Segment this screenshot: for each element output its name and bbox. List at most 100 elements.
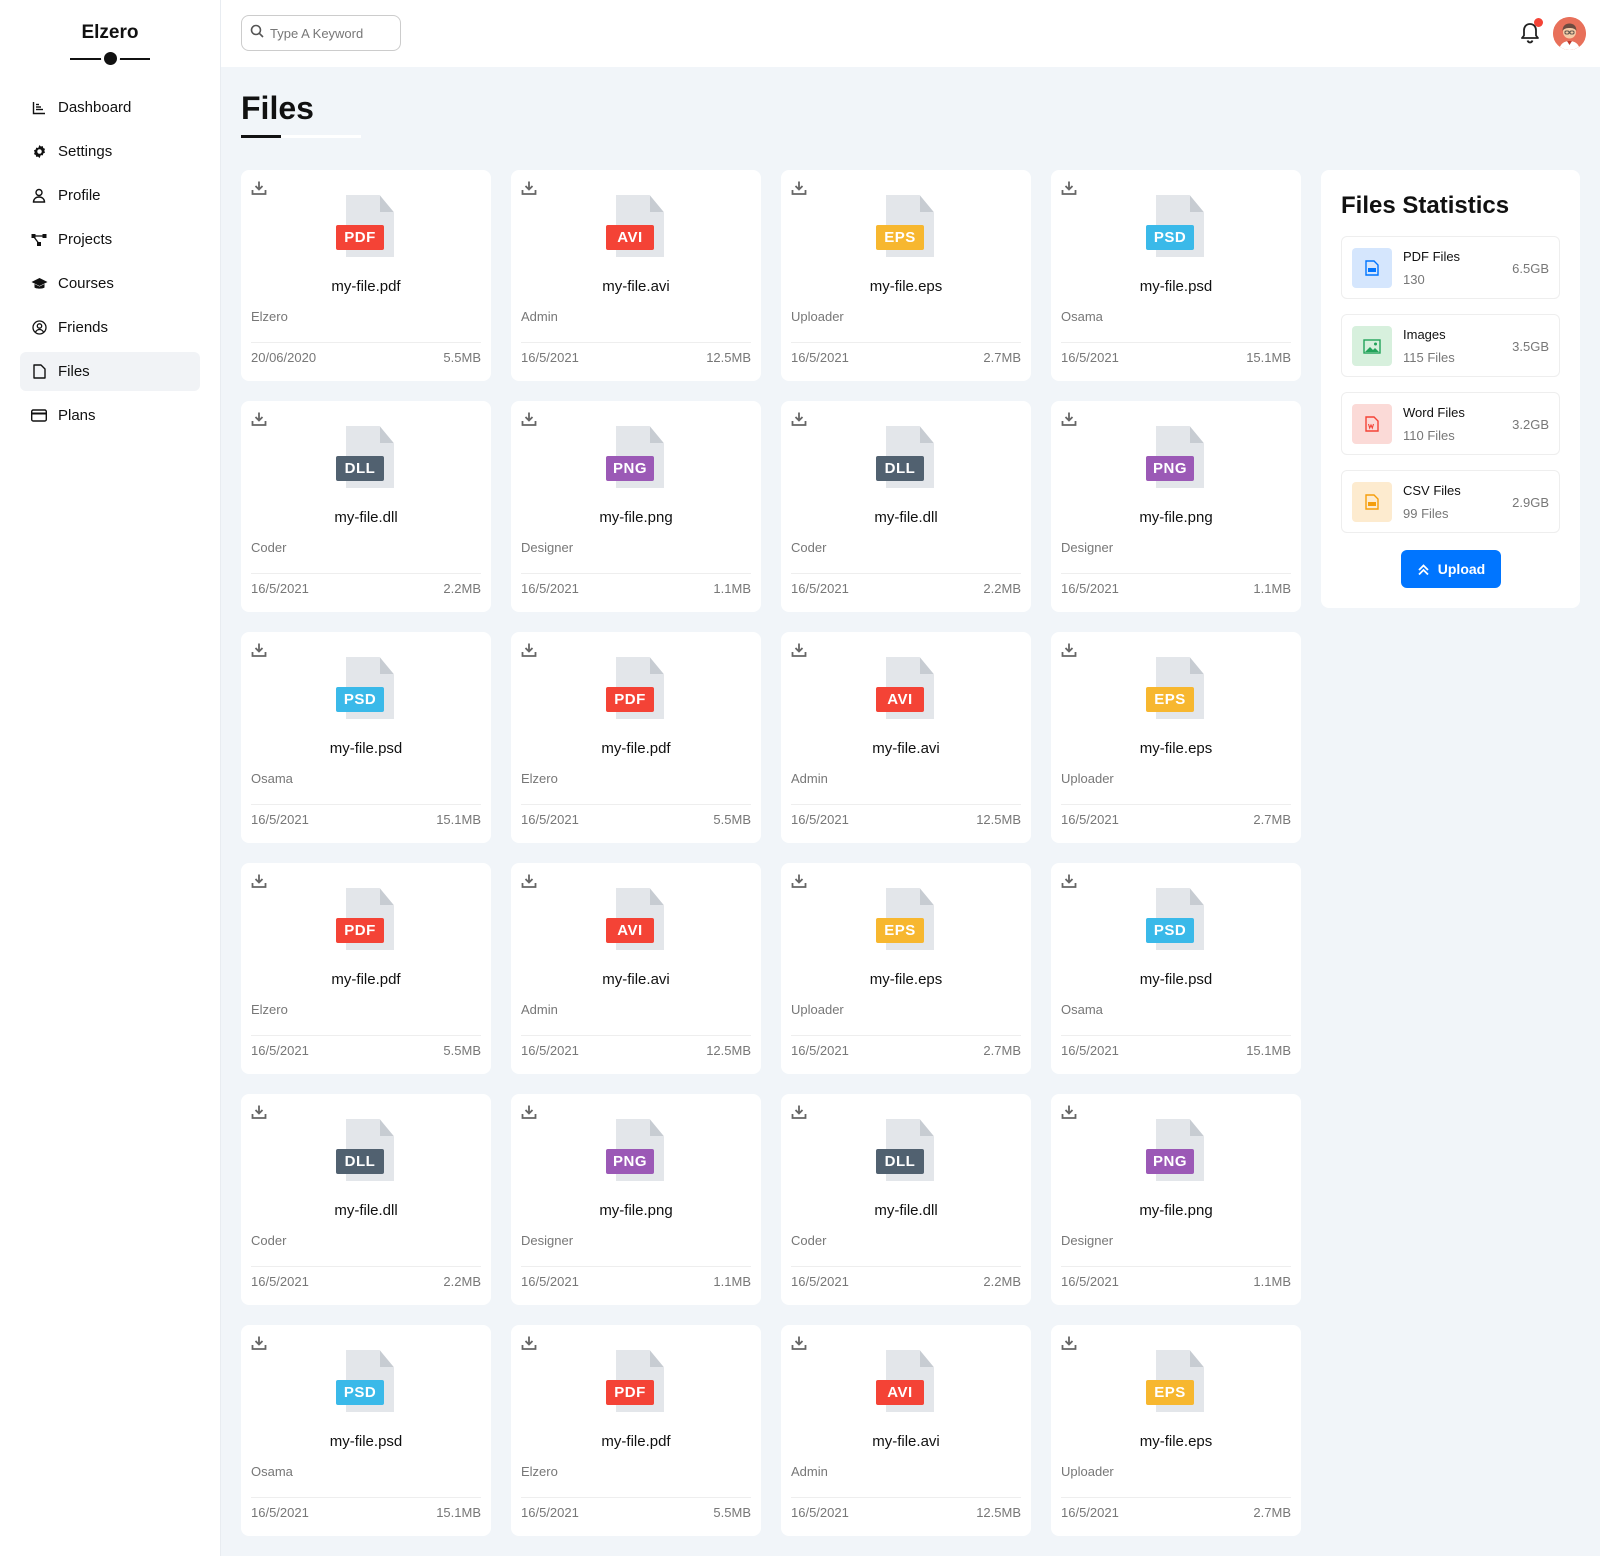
sidebar-item-plans[interactable]: Plans xyxy=(20,396,200,435)
stat-name: Word Files xyxy=(1403,405,1465,420)
upload-button[interactable]: Upload xyxy=(1401,550,1501,588)
file-size: 15.1MB xyxy=(436,1505,481,1520)
file-card[interactable]: AVI my-file.avi Admin 16/5/2021 12.5MB xyxy=(781,1325,1031,1536)
sidebar-item-courses[interactable]: Courses xyxy=(20,264,200,303)
dll-file-icon: DLL xyxy=(876,1119,940,1187)
file-card[interactable]: AVI my-file.avi Admin 16/5/2021 12.5MB xyxy=(511,170,761,381)
download-icon[interactable] xyxy=(791,180,807,196)
search-box[interactable] xyxy=(241,15,401,51)
file-card[interactable]: PNG my-file.png Designer 16/5/2021 1.1MB xyxy=(511,401,761,612)
download-icon[interactable] xyxy=(251,1335,267,1351)
file-card[interactable]: EPS my-file.eps Uploader 16/5/2021 2.7MB xyxy=(781,863,1031,1074)
file-owner: Admin xyxy=(791,771,828,786)
file-size: 2.7MB xyxy=(1253,1505,1291,1520)
file-size: 2.7MB xyxy=(983,1043,1021,1058)
title-underline xyxy=(241,135,361,138)
file-size: 5.5MB xyxy=(713,812,751,827)
pdf-file-icon: PDF xyxy=(336,888,400,956)
sidebar-item-settings[interactable]: Settings xyxy=(20,132,200,171)
sidebar-item-projects[interactable]: Projects xyxy=(20,220,200,259)
download-icon[interactable] xyxy=(1061,642,1077,658)
file-type-tag: PNG xyxy=(606,456,654,481)
file-type-tag: AVI xyxy=(606,918,654,943)
download-icon[interactable] xyxy=(251,1104,267,1120)
download-icon[interactable] xyxy=(521,1335,537,1351)
file-card[interactable]: DLL my-file.dll Coder 16/5/2021 2.2MB xyxy=(781,1094,1031,1305)
stat-name: CSV Files xyxy=(1403,483,1461,498)
download-icon[interactable] xyxy=(791,1335,807,1351)
card-divider xyxy=(521,1035,751,1036)
credit-card-icon xyxy=(30,407,48,425)
download-icon[interactable] xyxy=(791,873,807,889)
file-date: 16/5/2021 xyxy=(251,581,309,596)
file-type-tag: PDF xyxy=(336,918,384,943)
sidebar-item-label: Files xyxy=(58,363,90,380)
file-card[interactable]: PSD my-file.psd Osama 16/5/2021 15.1MB xyxy=(241,632,491,843)
file-card[interactable]: PSD my-file.psd Osama 16/5/2021 15.1MB xyxy=(1051,863,1301,1074)
file-date: 16/5/2021 xyxy=(1061,812,1119,827)
download-icon[interactable] xyxy=(521,873,537,889)
file-card[interactable]: PNG my-file.png Designer 16/5/2021 1.1MB xyxy=(1051,1094,1301,1305)
download-icon[interactable] xyxy=(791,1104,807,1120)
stat-size: 3.5GB xyxy=(1512,339,1549,354)
sidebar: Elzero Dashboard Settings Profile Projects C… xyxy=(0,0,221,1556)
sidebar-item-profile[interactable]: Profile xyxy=(20,176,200,215)
sidebar-item-files[interactable]: Files xyxy=(20,352,200,391)
sidebar-item-dashboard[interactable]: Dashboard xyxy=(20,88,200,127)
download-icon[interactable] xyxy=(791,642,807,658)
file-card[interactable]: PNG my-file.png Designer 16/5/2021 1.1MB xyxy=(1051,401,1301,612)
png-file-icon: PNG xyxy=(606,426,670,494)
file-card[interactable]: PDF my-file.pdf Elzero 16/5/2021 5.5MB xyxy=(511,1325,761,1536)
sidebar-item-label: Profile xyxy=(58,187,101,204)
file-card[interactable]: PSD my-file.psd Osama 16/5/2021 15.1MB xyxy=(241,1325,491,1536)
search-input[interactable] xyxy=(270,25,390,41)
file-card[interactable]: AVI my-file.avi Admin 16/5/2021 12.5MB xyxy=(511,863,761,1074)
download-icon[interactable] xyxy=(521,180,537,196)
dll-file-icon: DLL xyxy=(336,426,400,494)
download-icon[interactable] xyxy=(1061,1104,1077,1120)
download-icon[interactable] xyxy=(1061,1335,1077,1351)
sidebar-item-label: Settings xyxy=(58,143,113,160)
file-date: 16/5/2021 xyxy=(1061,581,1119,596)
download-icon[interactable] xyxy=(521,642,537,658)
file-card[interactable]: EPS my-file.eps Uploader 16/5/2021 2.7MB xyxy=(781,170,1031,381)
eps-file-icon: EPS xyxy=(1146,657,1210,725)
download-icon[interactable] xyxy=(251,642,267,658)
file-card[interactable]: DLL my-file.dll Coder 16/5/2021 2.2MB xyxy=(781,401,1031,612)
file-card[interactable]: EPS my-file.eps Uploader 16/5/2021 2.7MB xyxy=(1051,632,1301,843)
avatar[interactable] xyxy=(1553,17,1586,50)
download-icon[interactable] xyxy=(251,411,267,427)
download-icon[interactable] xyxy=(251,873,267,889)
file-owner: Admin xyxy=(521,309,558,324)
file-card[interactable]: PSD my-file.psd Osama 16/5/2021 15.1MB xyxy=(1051,170,1301,381)
download-icon[interactable] xyxy=(1061,873,1077,889)
dll-file-icon: DLL xyxy=(876,426,940,494)
file-name: my-file.pdf xyxy=(601,740,671,757)
file-card[interactable]: PNG my-file.png Designer 16/5/2021 1.1MB xyxy=(511,1094,761,1305)
file-card[interactable]: PDF my-file.pdf Elzero 16/5/2021 5.5MB xyxy=(511,632,761,843)
file-owner: Coder xyxy=(251,1233,287,1248)
card-divider xyxy=(791,804,1021,805)
file-card[interactable]: PDF my-file.pdf Elzero 20/06/2020 5.5MB xyxy=(241,170,491,381)
download-icon[interactable] xyxy=(1061,180,1077,196)
double-chevron-up-icon xyxy=(1417,563,1430,576)
download-icon[interactable] xyxy=(791,411,807,427)
file-card[interactable]: DLL my-file.dll Coder 16/5/2021 2.2MB xyxy=(241,401,491,612)
sidebar-item-friends[interactable]: Friends xyxy=(20,308,200,347)
file-card[interactable]: DLL my-file.dll Coder 16/5/2021 2.2MB xyxy=(241,1094,491,1305)
file-type-tag: DLL xyxy=(876,456,924,481)
card-divider xyxy=(1061,573,1291,574)
file-card[interactable]: PDF my-file.pdf Elzero 16/5/2021 5.5MB xyxy=(241,863,491,1074)
avi-file-icon: AVI xyxy=(606,888,670,956)
download-icon[interactable] xyxy=(1061,411,1077,427)
sidebar-item-label: Projects xyxy=(58,231,113,248)
download-icon[interactable] xyxy=(521,411,537,427)
file-name: my-file.avi xyxy=(872,740,940,757)
file-card[interactable]: EPS my-file.eps Uploader 16/5/2021 2.7MB xyxy=(1051,1325,1301,1536)
notification-button[interactable] xyxy=(1519,18,1543,45)
download-icon[interactable] xyxy=(521,1104,537,1120)
file-card[interactable]: AVI my-file.avi Admin 16/5/2021 12.5MB xyxy=(781,632,1031,843)
download-icon[interactable] xyxy=(251,180,267,196)
stat-count: 130 xyxy=(1403,272,1425,287)
word-file-icon xyxy=(1352,404,1392,444)
